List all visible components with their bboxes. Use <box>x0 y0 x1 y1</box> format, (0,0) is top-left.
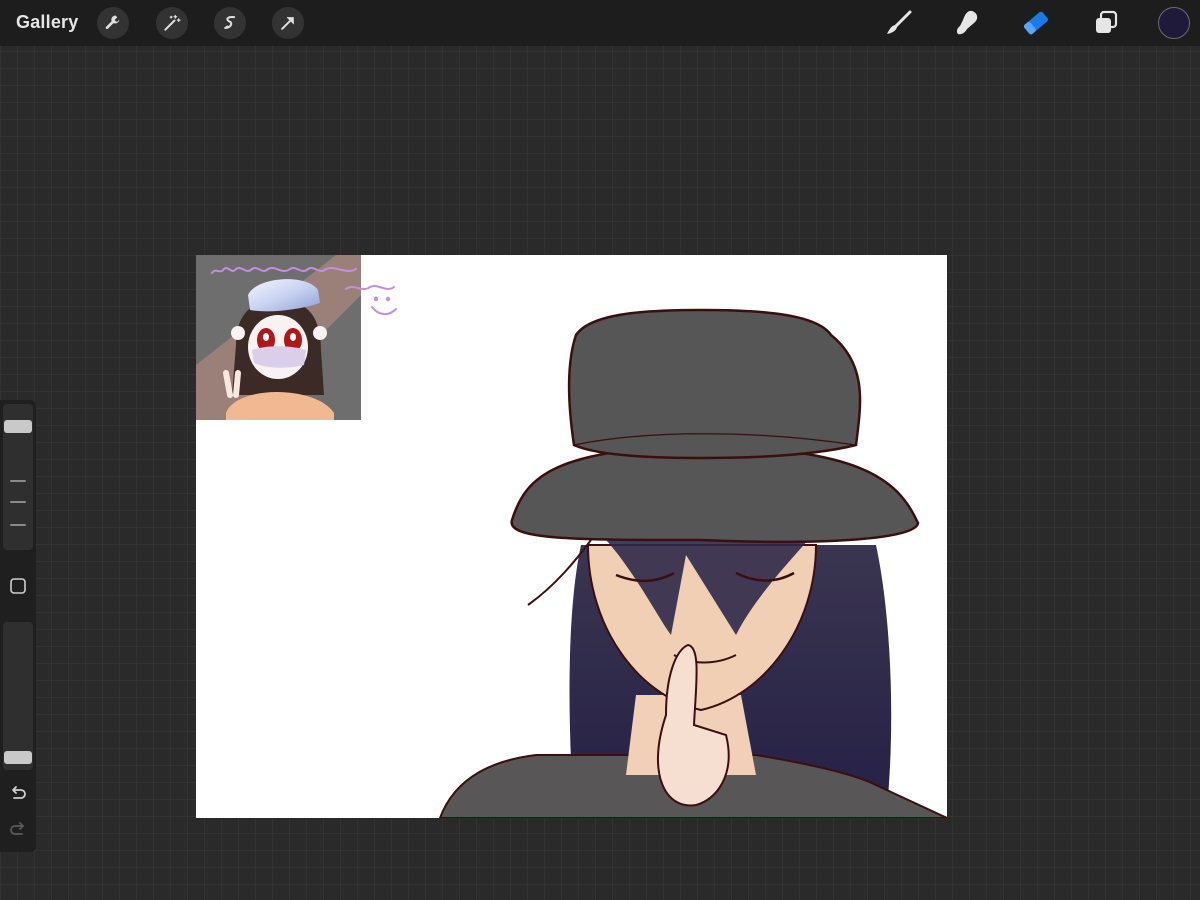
slider-tick <box>10 524 26 526</box>
layers-icon[interactable] <box>1089 6 1123 40</box>
left-sidebar <box>0 400 36 852</box>
color-picker-swatch[interactable] <box>1158 7 1190 39</box>
opacity-slider[interactable] <box>3 622 33 770</box>
smudge-icon[interactable] <box>950 6 984 40</box>
brush-size-thumb[interactable] <box>4 420 32 433</box>
gallery-button[interactable]: Gallery <box>16 12 78 33</box>
main-character <box>438 308 947 818</box>
magic-wand-icon[interactable] <box>156 7 188 39</box>
wrench-icon[interactable] <box>97 7 129 39</box>
undo-icon[interactable] <box>8 784 28 804</box>
top-toolbar: Gallery <box>0 0 1200 46</box>
opacity-thumb[interactable] <box>4 751 32 764</box>
slider-tick <box>10 501 26 503</box>
slider-tick <box>10 480 26 482</box>
square-modify-icon[interactable] <box>8 576 28 596</box>
transform-arrow-icon[interactable] <box>272 7 304 39</box>
brush-icon[interactable] <box>882 6 916 40</box>
old-drawing-reference <box>196 255 361 420</box>
artwork <box>196 255 947 818</box>
drawing-canvas[interactable] <box>196 255 947 818</box>
selection-icon[interactable] <box>214 7 246 39</box>
eraser-icon[interactable] <box>1019 6 1053 40</box>
canvas-background: Gallery <box>0 0 1200 900</box>
redo-icon[interactable] <box>8 820 28 840</box>
